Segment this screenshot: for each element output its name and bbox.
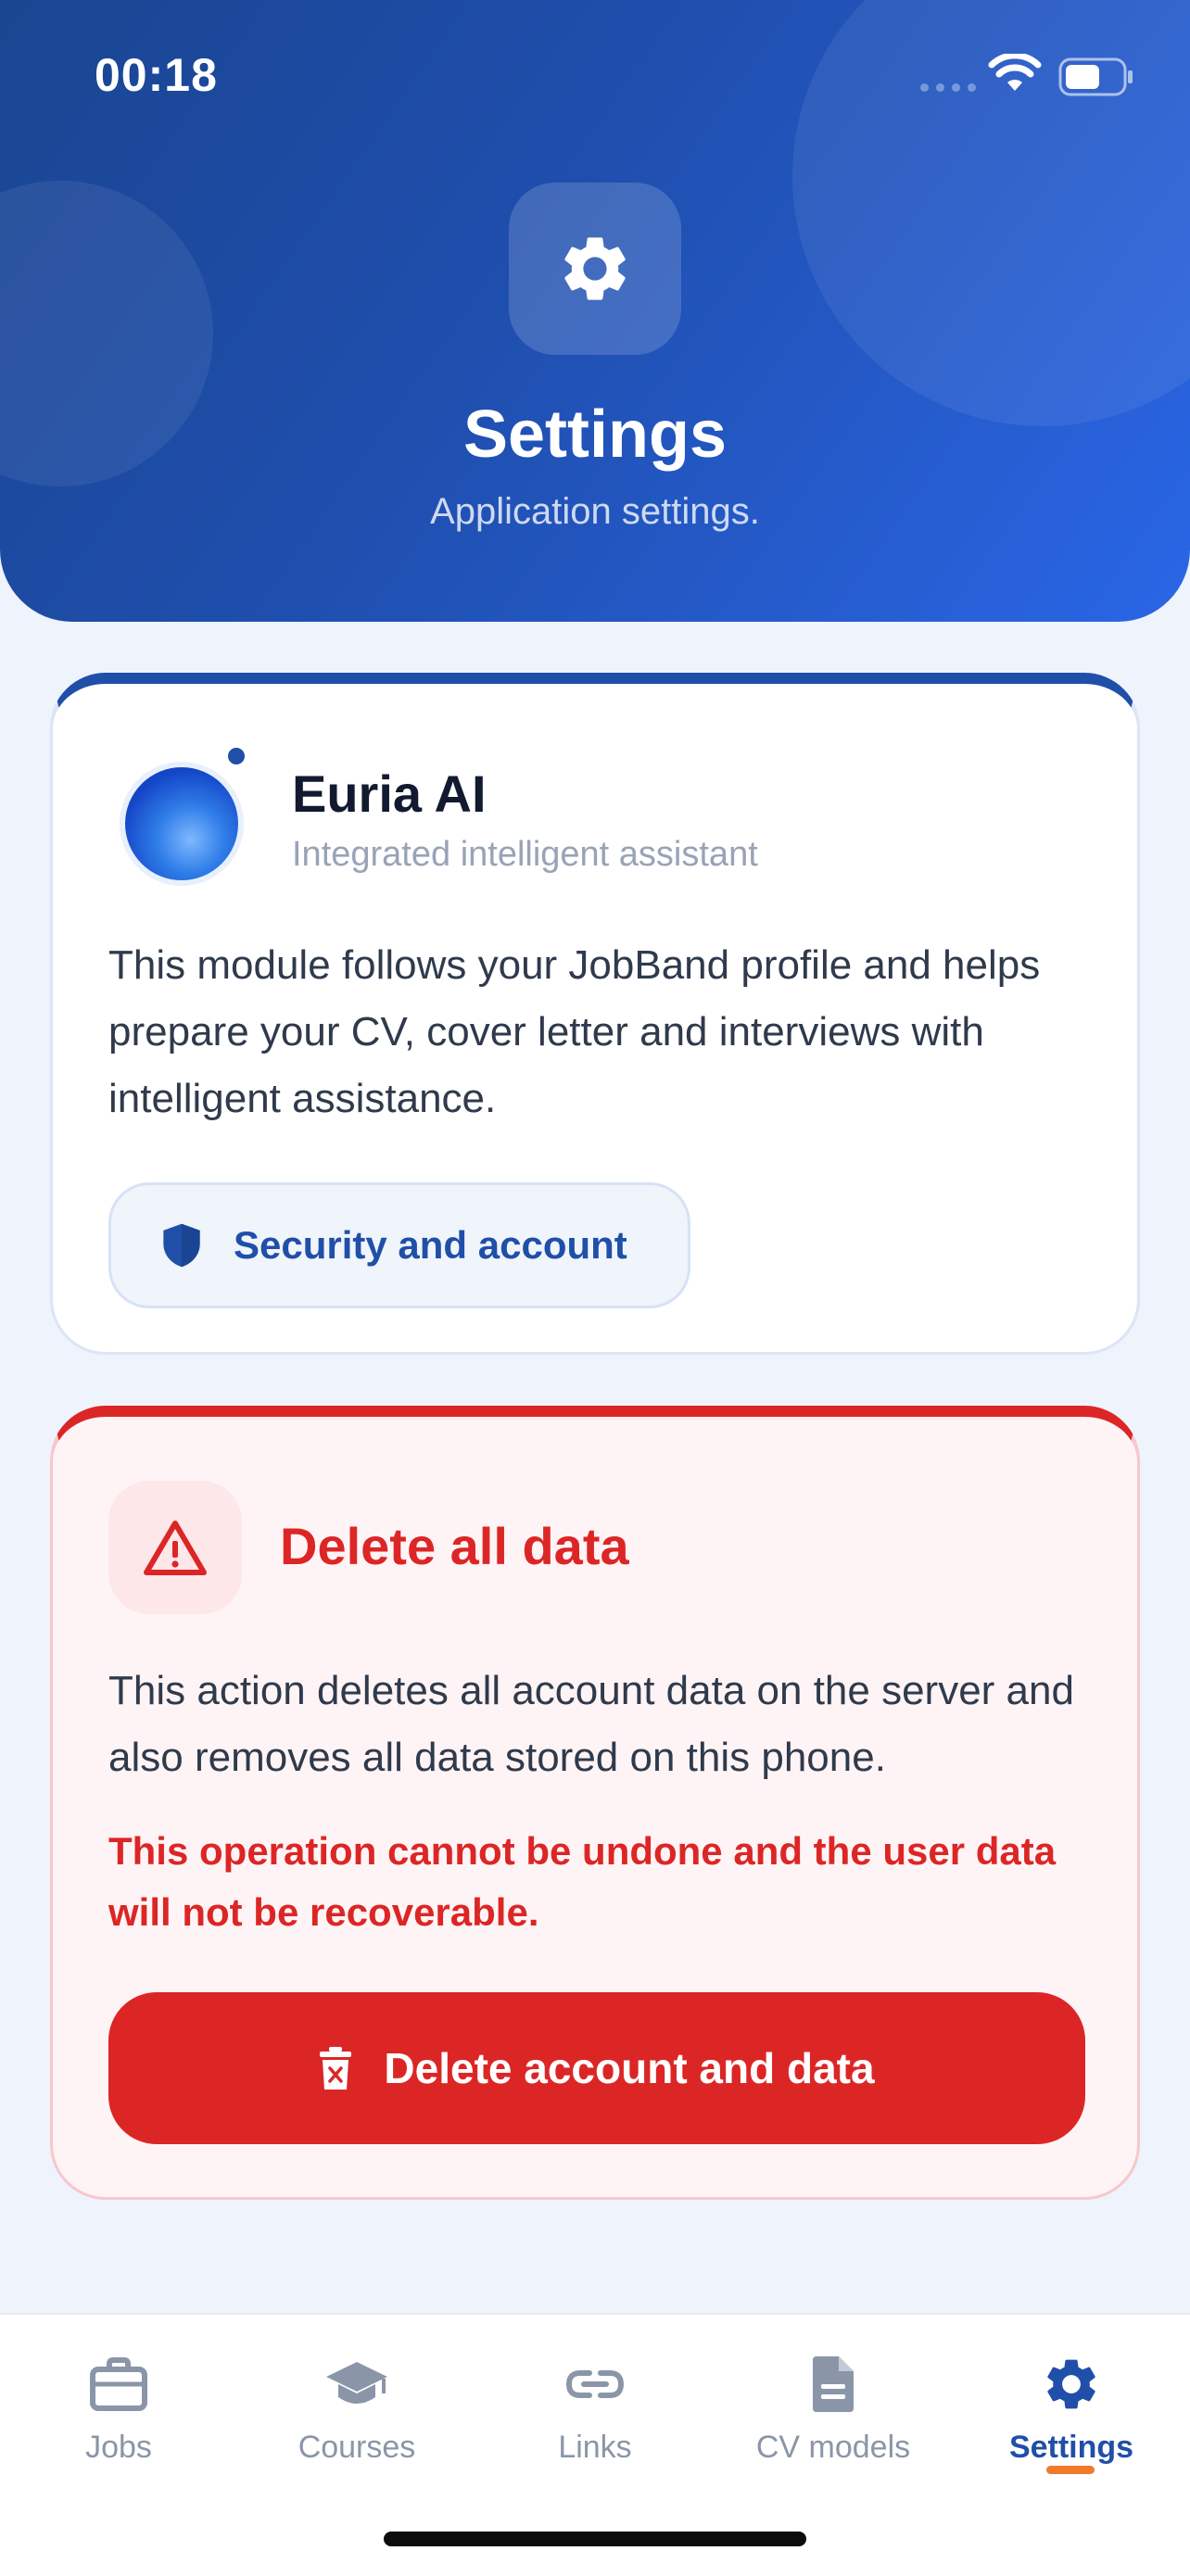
online-status-dot [223, 743, 249, 769]
tab-label: Courses [298, 2430, 416, 2465]
settings-header-icon-container [509, 183, 681, 355]
gear-icon [1047, 2359, 1095, 2409]
euria-ai-description: This module follows your JobBand profile… [108, 942, 1041, 1121]
active-tab-indicator [1046, 2466, 1095, 2474]
link-icon [565, 2370, 625, 2398]
document-icon [813, 2356, 854, 2412]
tab-label: Settings [1008, 2430, 1134, 2465]
euria-ai-orb-icon [125, 767, 238, 880]
euria-ai-title: Euria AI [292, 764, 487, 823]
status-bar-time: 00:18 [95, 49, 218, 101]
tab-label: Links [558, 2430, 632, 2465]
tab-label: CV models [755, 2430, 911, 2465]
delete-all-data-title: Delete all data [280, 1517, 629, 1575]
delete-data-card: Delete all data This action deletes all … [50, 1406, 1140, 2200]
shield-icon [163, 1223, 200, 1268]
euria-ai-card: Euria AI Integrated intelligent assistan… [50, 673, 1140, 1355]
page-title: Settings [462, 398, 728, 472]
warning-icon-container [108, 1481, 242, 1614]
cellular-signal-icon [920, 83, 976, 92]
warning-triangle-icon [144, 1521, 207, 1575]
settings-header: 00:18 Settings Application settings. [0, 0, 1190, 622]
home-indicator[interactable] [384, 2532, 806, 2546]
tab-cv-models[interactable]: CV models [715, 2315, 952, 2500]
graduation-cap-icon [326, 2362, 387, 2404]
security-and-account-button[interactable]: Security and account [108, 1182, 690, 1308]
page-subtitle: Application settings. [430, 491, 760, 532]
trash-icon [320, 2047, 352, 2090]
delete-data-description: This action deletes all account data on … [108, 1668, 1074, 1780]
tab-label: Jobs [85, 2430, 152, 2465]
briefcase-icon [90, 2357, 147, 2411]
euria-ai-subtitle: Integrated intelligent assistant [292, 835, 758, 874]
security-and-account-label: Security and account [234, 1223, 627, 1267]
irreversible-warning-text: This operation cannot be undone and the … [108, 1829, 1057, 1934]
tab-jobs[interactable]: Jobs [0, 2315, 237, 2500]
tab-links[interactable]: Links [476, 2315, 714, 2500]
gear-icon [564, 237, 626, 300]
tab-courses[interactable]: Courses [238, 2315, 475, 2500]
delete-account-label: Delete account and data [384, 2044, 875, 2092]
wifi-icon [988, 54, 1042, 91]
battery-icon [1058, 57, 1133, 96]
delete-account-button[interactable]: Delete account and data [108, 1992, 1085, 2144]
